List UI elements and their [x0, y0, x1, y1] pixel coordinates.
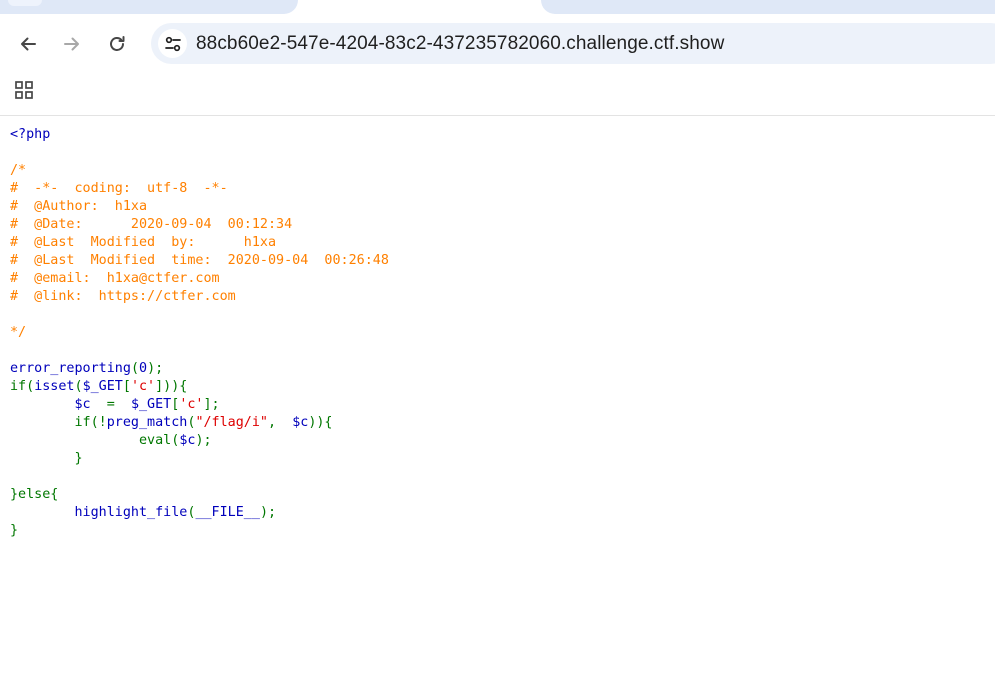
- code-token: $c: [292, 415, 309, 430]
- code-token: 'c': [179, 397, 204, 412]
- code-line: if(isset($_GET['c'])){: [10, 378, 389, 396]
- code-line: error_reporting(0);: [10, 360, 389, 378]
- code-token: 0: [139, 361, 148, 376]
- code-line: /*: [10, 162, 389, 180]
- code-token: );: [147, 361, 164, 376]
- code-token: (: [74, 379, 83, 394]
- code-line: if(!preg_match("/flag/i", $c)){: [10, 414, 389, 432]
- inactive-tab-right[interactable]: [541, 0, 995, 14]
- code-token: if(!: [10, 415, 107, 430]
- code-token: );: [259, 505, 277, 520]
- code-line: # @email: h1xa@ctfer.com: [10, 270, 389, 288]
- arrow-left-icon: [21, 37, 36, 51]
- code-line: }else{: [10, 486, 389, 504]
- code-token: }else{: [10, 487, 59, 502]
- code-line: # @Last Modified time: 2020-09-04 00:26:…: [10, 252, 389, 270]
- code-token: if(: [10, 379, 35, 394]
- reload-icon: [110, 36, 125, 51]
- code-token: $c: [74, 397, 107, 412]
- code-line: # @link: https://ctfer.com: [10, 288, 389, 306]
- code-line: # -*- coding: utf-8 -*-: [10, 180, 389, 198]
- code-token: # @email: h1xa@ctfer.com: [10, 271, 220, 286]
- reload-button[interactable]: [103, 30, 131, 58]
- code-token: );: [195, 433, 212, 448]
- code-token: isset: [34, 379, 75, 394]
- tab-favicon-placeholder: [8, 0, 42, 6]
- code-token: # -*- coding: utf-8 -*-: [10, 181, 228, 196]
- code-token: # @Date: 2020-09-04 00:12:34: [10, 217, 293, 232]
- code-token: # @Last Modified by: h1xa: [10, 235, 277, 250]
- code-token: <?php: [10, 127, 51, 142]
- code-token: ,: [268, 415, 293, 430]
- code-token: "/flag/i": [195, 415, 268, 430]
- code-token: =: [106, 397, 131, 412]
- code-token: )){: [308, 415, 333, 430]
- code-token: $_GET: [82, 379, 123, 394]
- code-line: eval($c);: [10, 432, 389, 450]
- php-source-code: <?php /* # -*- coding: utf-8 -*- # @Author:…: [10, 126, 389, 540]
- code-token: # @Author: h1xa: [10, 199, 148, 214]
- code-line: <?php: [10, 126, 389, 144]
- address-url[interactable]: 88cb60e2-547e-4204-83c2-437235782060.cha…: [196, 33, 724, 55]
- code-line: */: [10, 324, 389, 342]
- code-token: /*: [10, 163, 27, 178]
- arrow-right-icon: [64, 37, 79, 51]
- code-token: eval: [10, 433, 172, 448]
- code-line: # @Last Modified by: h1xa: [10, 234, 389, 252]
- code-token: ];: [203, 397, 220, 412]
- code-token: */: [10, 325, 27, 340]
- code-token: __FILE__: [195, 505, 260, 520]
- bookmarks-bar: [0, 66, 995, 116]
- code-token: # @Last Modified time: 2020-09-04 00:26:…: [10, 253, 389, 268]
- code-line: # @Date: 2020-09-04 00:12:34: [10, 216, 389, 234]
- code-token: }: [10, 451, 83, 466]
- forward-button[interactable]: [58, 30, 86, 58]
- code-token: 'c': [130, 379, 156, 394]
- code-token: $c: [179, 433, 196, 448]
- code-token: }: [10, 523, 19, 538]
- code-token: error_reporting: [10, 361, 131, 376]
- tab-strip: [0, 0, 995, 22]
- browser-toolbar: 88cb60e2-547e-4204-83c2-437235782060.cha…: [0, 22, 995, 66]
- inactive-tab-left[interactable]: [0, 0, 298, 14]
- code-line: }: [10, 450, 389, 468]
- code-line: $c = $_GET['c'];: [10, 396, 389, 414]
- site-info-button[interactable]: [158, 29, 187, 58]
- apps-grid-icon: [15, 81, 33, 99]
- code-line: }: [10, 522, 389, 540]
- code-token: [: [122, 379, 131, 394]
- code-token: $_GET: [130, 397, 172, 412]
- address-bar[interactable]: 88cb60e2-547e-4204-83c2-437235782060.cha…: [151, 23, 995, 64]
- code-token: preg_match: [106, 415, 188, 430]
- code-line: highlight_file(__FILE__);: [10, 504, 389, 522]
- code-token: highlight_file: [74, 505, 188, 520]
- back-button[interactable]: [14, 30, 42, 58]
- code-token: # @link: https://ctfer.com: [10, 289, 236, 304]
- code-token: ])){: [155, 379, 188, 394]
- code-line: # @Author: h1xa: [10, 198, 389, 216]
- tune-icon: [164, 36, 181, 51]
- code-token: (: [130, 361, 139, 376]
- apps-button[interactable]: [12, 78, 36, 102]
